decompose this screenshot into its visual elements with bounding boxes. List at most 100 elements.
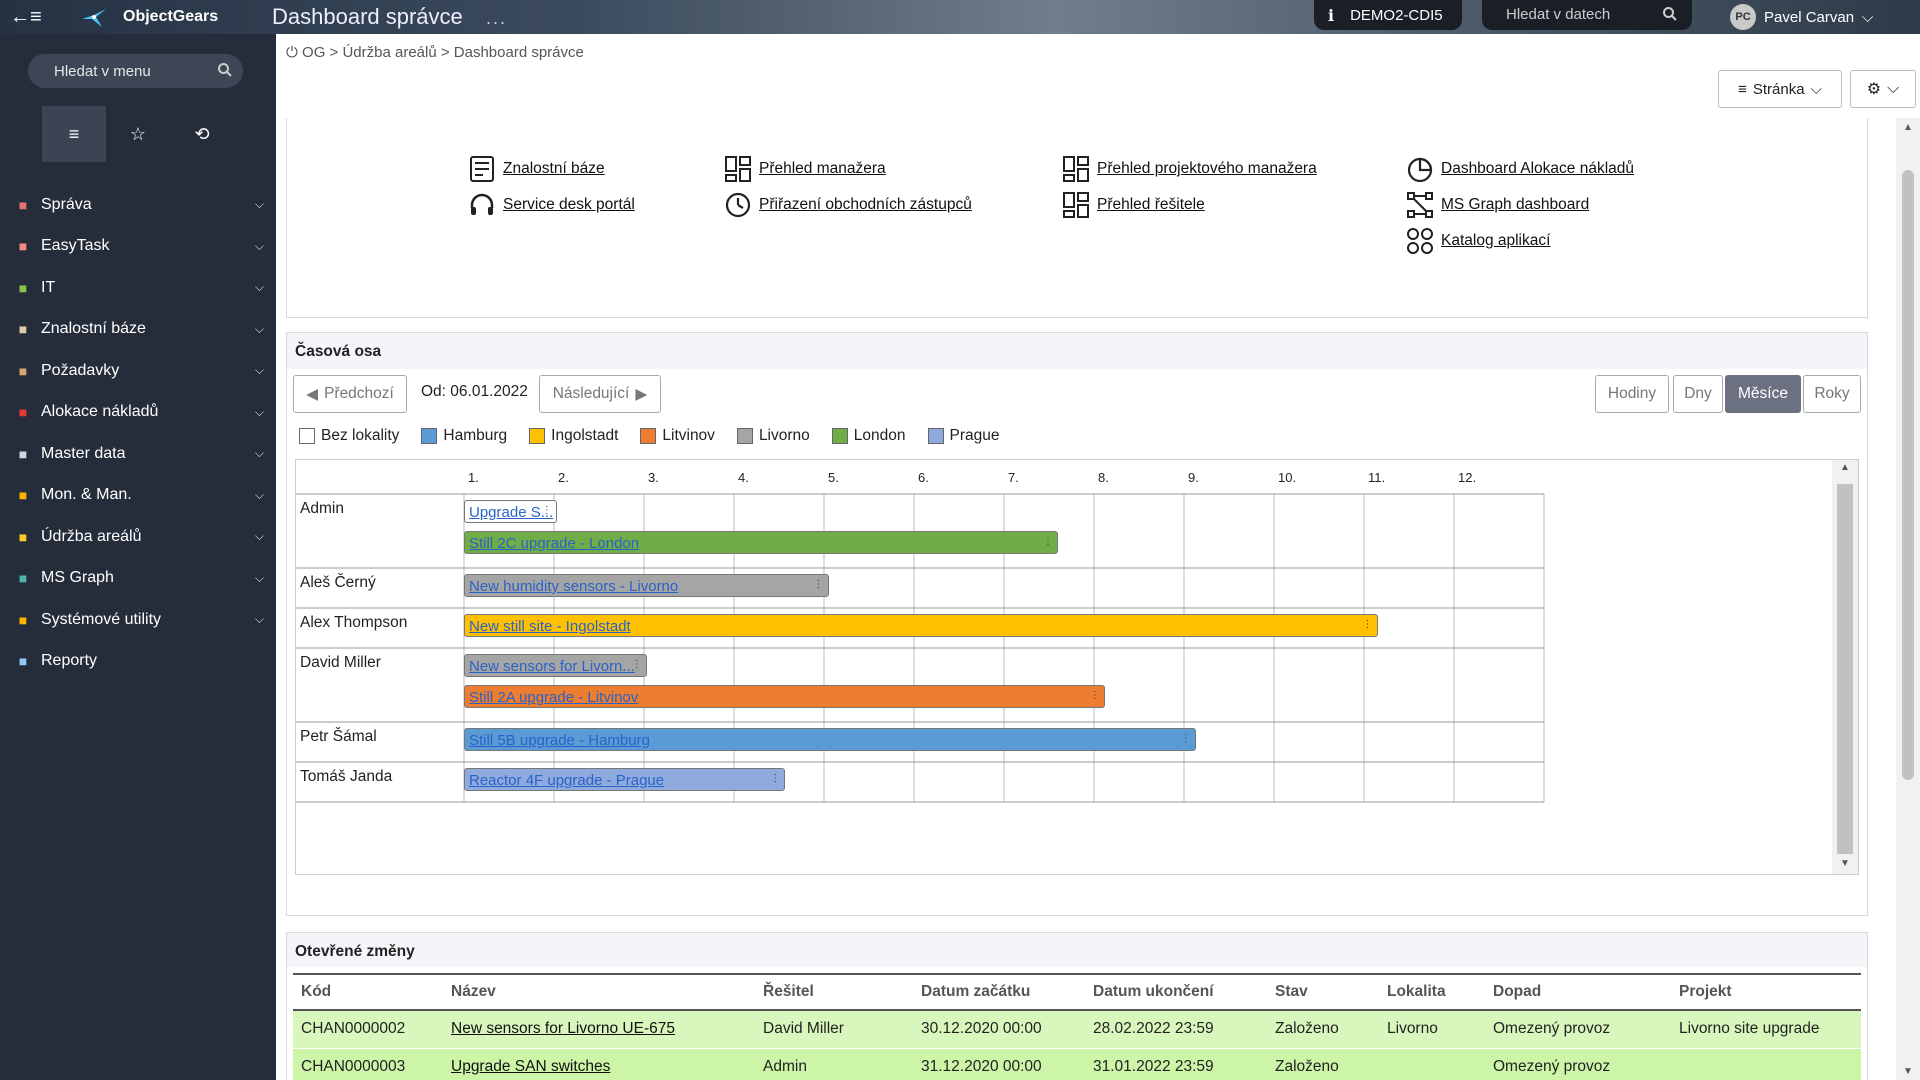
dashboard-grid-icon [725, 156, 751, 182]
gantt-task-bar[interactable]: New humidity sensors - Livorno ⋮ [464, 574, 829, 597]
view-hodiny-button[interactable]: Hodiny [1595, 375, 1669, 413]
gantt-task-bar[interactable]: Still 2C upgrade - London ⋮ [464, 531, 1058, 554]
column-header[interactable]: Projekt [1671, 973, 1861, 1011]
data-search-input[interactable]: Hledat v datech [1482, 0, 1692, 30]
gantt-task-bar[interactable]: Still 5B upgrade - Hamburg ⋮ [464, 728, 1196, 751]
change-name-link[interactable]: New sensors for Livorno UE-675 [451, 1020, 675, 1037]
menu-search-placeholder: Hledat v menu [54, 63, 151, 80]
link-ms-graph-dashboard[interactable]: MS Graph dashboard [1407, 192, 1589, 218]
scrollbar-thumb[interactable] [1837, 484, 1853, 854]
breadcrumb: ⏻ OG > Údržba areálů > Dashboard správce [286, 44, 584, 61]
gantt-scrollbar[interactable]: ▲ ▼ [1832, 460, 1858, 874]
previous-button[interactable]: ◀ Předchozí [293, 375, 407, 413]
page-scrollbar[interactable]: ▲ ▼ [1896, 118, 1920, 1080]
scroll-up-icon[interactable]: ▲ [1840, 462, 1850, 473]
resize-grip-icon[interactable]: ⋮ [1043, 536, 1053, 547]
legend-label: Livorno [758, 427, 810, 444]
column-header[interactable]: Lokalita [1379, 973, 1485, 1011]
link-label: Katalog aplikací [1441, 232, 1551, 249]
dashboard-grid-icon [1063, 192, 1089, 218]
sidebar-item[interactable]: ■ Alokace nákladů ⌵ [0, 392, 276, 434]
environment-badge[interactable]: i DEMO2-CDI5 [1314, 0, 1462, 30]
menu-search-input[interactable]: Hledat v menu [28, 54, 243, 88]
resize-grip-icon[interactable]: ⋮ [814, 579, 824, 590]
change-name-link[interactable]: Upgrade SAN switches [451, 1058, 610, 1075]
menu-list-icon[interactable]: ≡ [42, 106, 106, 162]
table-cell: Založeno [1267, 1010, 1379, 1049]
gantt-task-bar[interactable]: Reactor 4F upgrade - Prague ⋮ [464, 768, 786, 791]
sidebar-item[interactable]: ■ EasyTask ⌵ [0, 226, 276, 268]
table-cell [1671, 1048, 1861, 1080]
sidebar-item[interactable]: ■ IT ⌵ [0, 267, 276, 309]
scroll-up-icon[interactable]: ▲ [1903, 122, 1913, 133]
link-katalog-aplikaci[interactable]: Katalog aplikací [1407, 228, 1550, 254]
history-icon[interactable]: ⟲ [170, 106, 234, 162]
table-row[interactable]: CHAN0000002 New sensors for Livorno UE-67… [293, 1010, 1861, 1049]
link-service-desk[interactable]: Service desk portál [469, 192, 635, 218]
settings-button[interactable]: ⚙ ⌵ [1850, 70, 1916, 108]
home-icon[interactable]: ⏻ [286, 44, 298, 61]
gantt-task-bar[interactable]: New still site - Ingolstadt ⋮ [464, 614, 1378, 637]
link-prehled-manazera[interactable]: Přehled manažera [725, 156, 886, 182]
link-label: Přehled manažera [759, 160, 886, 177]
link-prirazeni-zastupcu[interactable]: Přiřazení obchodních zástupců [725, 192, 972, 218]
sidebar-item[interactable]: ■ Reporty [0, 641, 276, 683]
resize-grip-icon[interactable]: ⋮ [1363, 619, 1373, 630]
sidebar-item[interactable]: ■ Správa ⌵ [0, 184, 276, 226]
link-prehled-projektoveho-manazera[interactable]: Přehled projektového manažera [1063, 156, 1317, 182]
column-header[interactable]: Stav [1267, 973, 1379, 1011]
gantt-task-bar[interactable]: Upgrade S... ⋮ [464, 500, 557, 523]
legend-swatch [831, 428, 848, 444]
sidebar-item[interactable]: ■ Systémové utility ⌵ [0, 599, 276, 641]
resize-grip-icon[interactable]: ⋮ [1090, 690, 1100, 701]
search-icon[interactable] [217, 62, 233, 78]
sidebar-item[interactable]: ■ Požadavky ⌵ [0, 350, 276, 392]
next-button[interactable]: Následující ▶ [539, 375, 661, 413]
sidebar-item[interactable]: ■ Master data ⌵ [0, 433, 276, 475]
arrow-left-circle-icon: ◀ [306, 385, 319, 403]
column-header[interactable]: Řešitel [755, 973, 913, 1011]
resize-grip-icon[interactable]: ⋮ [542, 505, 552, 516]
breadcrumb-text[interactable]: OG > Údržba areálů > Dashboard správce [302, 44, 584, 61]
gantt-task-bar[interactable]: New sensors for Livorn... ⋮ [464, 654, 647, 677]
resize-grip-icon[interactable]: ⋮ [770, 773, 780, 784]
legend-swatch [421, 428, 438, 444]
sidebar-item[interactable]: ■ Mon. & Man. ⌵ [0, 475, 276, 517]
link-prehled-resitele[interactable]: Přehled řešitele [1063, 192, 1205, 218]
link-znalostni-baze[interactable]: Znalostní báze [469, 156, 605, 182]
sidebar-item-label: Správa [41, 195, 92, 213]
sidebar-item-label: Požadavky [41, 361, 120, 379]
column-header[interactable]: Název [443, 973, 755, 1011]
column-header[interactable]: Dopad [1485, 973, 1671, 1011]
gantt-task-bar[interactable]: Still 2A upgrade - Litvinov ⋮ [464, 685, 1105, 708]
column-header[interactable]: Kód [293, 973, 443, 1011]
search-icon[interactable] [1662, 6, 1678, 22]
column-header[interactable]: Datum začátku [913, 973, 1085, 1011]
month-label: 2. [558, 470, 569, 485]
sidebar-item[interactable]: ■ Údržba areálů ⌵ [0, 516, 276, 558]
hamburger-icon: ≡ [1738, 80, 1747, 98]
table-cell: Omezený provoz [1485, 1048, 1671, 1080]
gantt-task-label: Reactor 4F upgrade - Prague [469, 772, 665, 789]
scroll-down-icon[interactable]: ▼ [1903, 1066, 1913, 1077]
sidebar-item[interactable]: ■ MS Graph ⌵ [0, 558, 276, 600]
sidebar-item[interactable]: ■ Znalostní báze ⌵ [0, 309, 276, 351]
link-dashboard-alokace[interactable]: Dashboard Alokace nákladů [1407, 156, 1634, 182]
month-label: 3. [648, 470, 659, 485]
user-menu[interactable]: PC Pavel Carvan ⌵ [1730, 4, 1873, 30]
table-row[interactable]: CHAN0000003 Upgrade SAN switches Admin 31.1… [293, 1048, 1861, 1080]
view-roky-button[interactable]: Roky [1803, 375, 1861, 413]
page-options-icon[interactable]: ... [486, 8, 507, 29]
view-dny-button[interactable]: Dny [1673, 375, 1723, 413]
brand-name[interactable]: ObjectGears [123, 8, 218, 26]
resize-grip-icon[interactable]: ⋮ [632, 659, 642, 670]
page-menu-button[interactable]: ≡ Stránka ⌵ [1718, 70, 1842, 108]
table-body: CHAN0000002 New sensors for Livorno UE-67… [293, 1010, 1861, 1080]
view-mesice-button[interactable]: Měsíce [1725, 375, 1801, 413]
favorites-star-icon[interactable]: ☆ [106, 106, 170, 162]
resize-grip-icon[interactable]: ⋮ [1181, 733, 1191, 744]
scroll-down-icon[interactable]: ▼ [1840, 858, 1850, 869]
collapse-menu-icon[interactable]: ←≡ [10, 6, 44, 28]
column-header[interactable]: Datum ukončení [1085, 973, 1267, 1011]
scrollbar-thumb[interactable] [1902, 170, 1914, 780]
